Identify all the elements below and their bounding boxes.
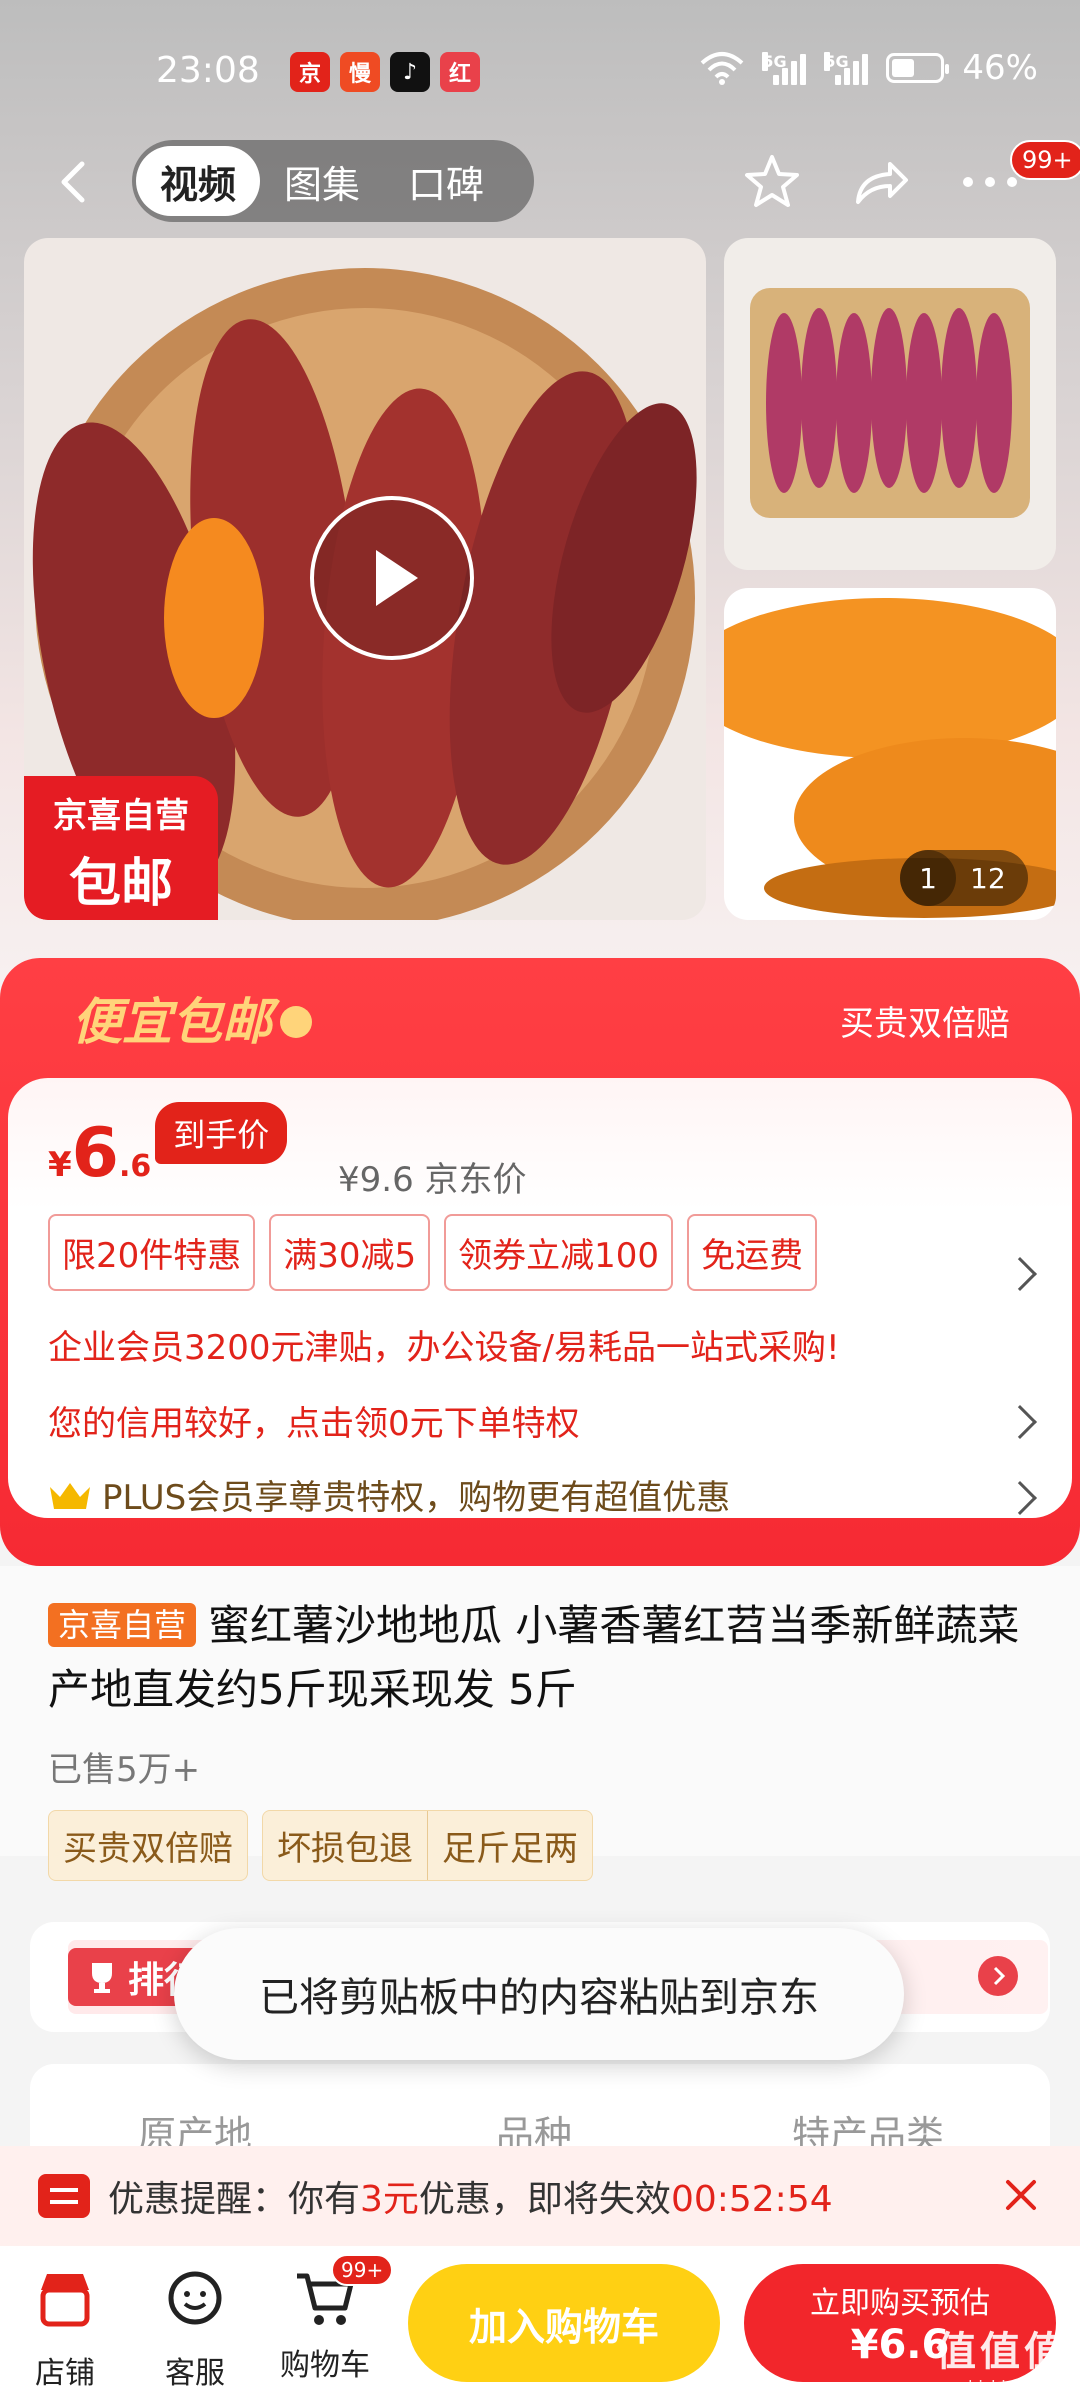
promo-tag-line2: 包邮 [68,854,173,914]
status-bar: 23:08 京慢 ♪ 红 5G 5G 46% [0,40,1080,110]
close-icon[interactable] [998,2172,1044,2218]
reference-price: ¥9.6 京东价 [338,1160,527,1200]
shop-icon [40,2274,90,2327]
jd-app-icon: 京 [290,52,330,92]
credit-privilege-line[interactable]: 您的信用较好，点击领0元下单特权 [48,1396,580,1445]
coupon-tag[interactable]: 免运费 [687,1214,818,1291]
cart-label: 购物车 [280,2348,370,2383]
gallery-thumbnail-2[interactable]: 1 12 [724,588,1056,920]
wifi-icon [701,52,744,85]
add-to-cart-button[interactable]: 加入购物车 [408,2264,720,2382]
site-watermark: 值值值 zhizhizhi.com [936,2319,1068,2396]
chevron-right-icon [280,1005,312,1038]
cart-icon-wrap: 99+ [293,2254,394,2330]
self-operated-tag: 京喜自营 [48,1603,197,1647]
plus-member-text: PLUS会员享尊贵特权，购物更有超值优惠 [102,1478,731,1518]
plus-member-line[interactable]: PLUS会员享尊贵特权，购物更有超值优惠 [48,1470,730,1519]
status-time: 23:08 [156,50,260,91]
promo-title-text: 便宜包邮 [72,993,272,1051]
chevron-right-icon[interactable] [1003,1405,1037,1439]
customer-service-icon [168,2271,222,2325]
coupon-tag[interactable]: 满30减5 [269,1214,431,1291]
guarantee-tag: 坏损包退 [277,1829,413,1869]
clipboard-toast: 已将剪贴板中的内容粘贴到京东 [174,1928,904,2060]
reminder-text: 优惠提醒：你有3元优惠，即将失效00:52:54 [108,2170,833,2222]
play-button[interactable] [310,496,474,660]
service-label: 客服 [165,2356,225,2391]
gallery-thumbnail-1[interactable] [724,238,1056,570]
reminder-prefix: 优惠提醒：你有 [108,2179,361,2220]
guarantee-tag-group[interactable]: 坏损包退 足斤足两 [262,1810,593,1881]
product-info: 京喜自营 蜜红薯沙地地瓜 小薯香薯红苕当季新鲜蔬菜产地直发约5斤现采现发 5斤 已… [0,1566,1080,1881]
favorite-star-icon[interactable] [740,150,804,214]
tab-video[interactable]: 视频 [136,146,261,216]
buy-now-label: 立即购买预估 [810,2286,990,2321]
final-price-tag: 到手价 [155,1102,288,1164]
chevron-right-icon[interactable] [1003,1257,1037,1291]
customer-service-button[interactable]: 客服 [140,2268,250,2392]
cart-button[interactable]: 99+ 购物车 [270,2254,394,2384]
signal-icon-2: 5G [824,51,869,85]
man-app-icon: 慢 [340,52,380,92]
media-tabs: 视频 图集 口碑 [132,140,534,222]
network-type-2: 5G [824,52,849,71]
price-symbol: ¥ [48,1145,72,1185]
reminder-amount: 3元 [360,2179,419,2220]
reminder-middle: 优惠，即将失效 [418,2179,671,2220]
crown-icon [50,1482,90,1509]
back-icon[interactable] [52,158,100,206]
battery-percent: 46% [962,48,1038,88]
tab-reviews[interactable]: 口碑 [384,146,508,216]
tiktok-icon: ♪ [390,52,430,92]
watermark-url: zhizhizhi.com [959,2377,1068,2396]
guarantee-tag[interactable]: 买贵双倍赔 [48,1810,248,1881]
enterprise-member-line[interactable]: 企业会员3200元津贴，办公设备/易耗品一站式采购! [48,1320,840,1369]
product-title: 京喜自营 蜜红薯沙地地瓜 小薯香薯红苕当季新鲜蔬菜产地直发约5斤现采现发 5斤 [48,1594,1048,1722]
coupon-tag[interactable]: 限20件特惠 [48,1214,256,1291]
final-price: ¥ 6 .6 到手价 [48,1102,288,1194]
price-integer: 6 [71,1114,119,1193]
status-indicators: 5G 5G 46% [700,48,1038,88]
basket-potatoes-image [750,288,1030,518]
promo-title[interactable]: 便宜包邮 [72,982,312,1054]
trophy-icon [92,1963,112,1993]
nav-bar: 视频 图集 口碑 [0,136,1080,228]
guarantee-row[interactable]: 买贵双倍赔 坏损包退 足斤足两 [48,1810,593,1881]
coupon-tag[interactable]: 领券立减100 [444,1214,674,1291]
chevron-right-icon[interactable] [978,1956,1018,1996]
price-decimal: .6 [119,1149,152,1184]
signal-icon-1: 5G [762,51,807,85]
shop-label: 店铺 [35,2356,95,2391]
bottom-action-bar: 店铺 客服 99+ 购物车 加入购物车 立即购买预估 ¥6.6 值值值 zhiz… [0,2246,1080,2400]
main-product-video[interactable]: 京喜自营 包邮 [24,238,706,920]
share-icon[interactable] [848,150,912,214]
price-panel: ¥ 6 .6 到手价 ¥9.6 京东价 限20件特惠 满30减5 领券立减100… [8,1078,1072,1518]
reminder-countdown: 00:52:54 [670,2179,833,2220]
menu-icon [38,2174,90,2218]
double-compensation-label: 买贵双倍赔 [840,1004,1010,1044]
guarantee-tag: 足斤足两 [427,1811,592,1880]
discount-reminder[interactable]: 优惠提醒：你有3元优惠，即将失效00:52:54 [0,2146,1080,2246]
free-shipping-tag: 京喜自营 包邮 [24,776,218,920]
coupon-row[interactable]: 限20件特惠 满30减5 领券立减100 免运费 [48,1214,818,1291]
shop-button[interactable]: 店铺 [10,2268,120,2392]
cart-badge: 99+ [331,2254,394,2286]
chevron-right-icon[interactable] [1003,1481,1037,1515]
red-envelope-app-icon: 红 [440,52,480,92]
battery-icon [886,53,950,83]
more-badge: 99+ [1010,140,1080,180]
page-current: 1 [900,850,956,906]
watermark-logo: 值值值 [936,2329,1068,2375]
network-type-1: 5G [762,52,787,71]
promo-card: 便宜包邮 买贵双倍赔 ¥ 6 .6 到手价 ¥9.6 京东价 限20件特惠 满3… [0,958,1080,1566]
page-total: 12 [970,861,1006,895]
tab-gallery[interactable]: 图集 [260,146,384,216]
gallery-page-indicator: 1 12 [900,850,1028,906]
promo-tag-line1: 京喜自营 [53,796,189,836]
sold-count: 已售5万+ [48,1750,201,1790]
notification-icons: 京慢 ♪ 红 [290,52,480,92]
